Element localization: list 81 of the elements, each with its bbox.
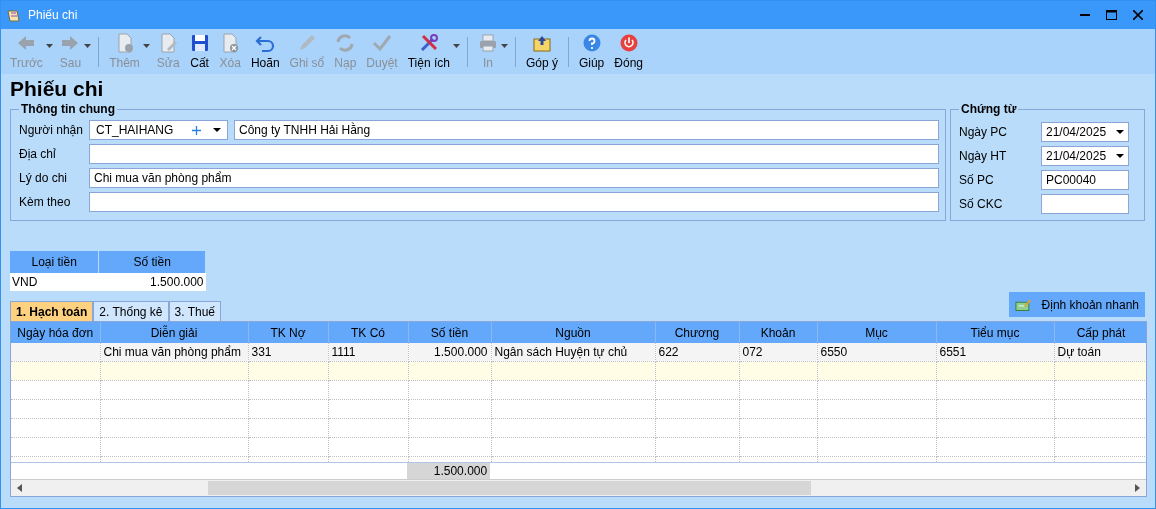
check-icon — [372, 33, 392, 53]
field-label: Kèm theo — [19, 195, 72, 209]
undo-icon — [255, 33, 276, 53]
column-header: Mục — [817, 322, 936, 343]
input-field[interactable]: Công ty TNHH Hải Hằng — [234, 120, 939, 140]
card-pencil-icon — [1015, 297, 1032, 312]
toolbar-button[interactable]: Cất — [184, 31, 215, 72]
input-field[interactable] — [1041, 194, 1129, 214]
field-label: Ngày HT — [959, 149, 1008, 163]
printer-icon — [477, 33, 498, 53]
recipient-combo[interactable]: CT_HAIHANG — [89, 120, 228, 140]
table-cell: Dự toán — [1057, 345, 1101, 359]
table-cell: Chi mua văn phòng phẩm — [103, 345, 241, 359]
table-cell: 1.500.000 — [98, 273, 206, 291]
scroll-left-icon[interactable] — [17, 484, 22, 492]
dropdown-caret-icon[interactable] — [213, 128, 221, 132]
column-header: Khoản — [739, 322, 817, 343]
tab[interactable]: 2. Thống kê — [93, 301, 169, 321]
table-cell: 6551 — [939, 345, 967, 359]
column-header: Chương — [655, 322, 739, 343]
scrollbar-thumb[interactable] — [208, 481, 811, 495]
table-cell: Ngân sách Huyện tự chủ — [494, 345, 628, 359]
field-label: Số PC — [959, 173, 995, 187]
field-label: Ngày PC — [959, 125, 1009, 139]
table-cell: 331 — [251, 345, 272, 359]
input-field[interactable]: Chi mua văn phòng phẩm — [89, 168, 939, 188]
total-amount: 1.500.000 — [433, 464, 488, 478]
column-header: Số tiền — [408, 322, 491, 343]
app-icon — [7, 8, 20, 22]
arrow-left-icon — [16, 33, 37, 53]
dropdown-caret-icon[interactable] — [452, 43, 460, 48]
date-picker[interactable]: 21/04/2025 — [1041, 122, 1129, 142]
table-cell: 6550 — [820, 345, 848, 359]
column-header: Cấp phát — [1054, 322, 1146, 343]
date-picker[interactable]: 21/04/2025 — [1041, 146, 1129, 166]
plus-icon[interactable] — [192, 125, 201, 135]
column-header: Tiểu mục — [936, 322, 1054, 343]
quick-entry-button[interactable]: Định khoản nhanh — [1009, 292, 1145, 317]
field-label: Số CKC — [959, 197, 1004, 211]
horizontal-scrollbar[interactable] — [11, 479, 1146, 496]
table-cell: VND — [10, 273, 99, 291]
help-icon — [581, 33, 602, 53]
table-cell: 072 — [742, 345, 763, 359]
maximize-icon[interactable] — [1106, 10, 1117, 20]
minimize-icon[interactable] — [1080, 13, 1090, 17]
input-field[interactable] — [89, 192, 939, 212]
toolbar-button[interactable]: Góp ý — [520, 31, 563, 72]
toolbar-button[interactable]: Đóng — [609, 31, 648, 72]
form-heading: Phiếu chi — [10, 76, 105, 102]
toolbar-button[interactable]: Hoãn — [245, 31, 285, 72]
table-cell: 1.500.000 — [434, 345, 488, 359]
input-field[interactable]: PC00040 — [1041, 170, 1129, 190]
tab[interactable]: 3. Thuế — [168, 301, 221, 321]
input-field[interactable] — [89, 144, 939, 164]
window-title: Phiếu chi — [28, 8, 78, 22]
panel-legend: Thông tin chung — [19, 102, 117, 116]
toolbar-button[interactable]: Tiện ích — [402, 31, 455, 72]
table-cell: 622 — [658, 345, 679, 359]
column-header: Ngày hóa đơn — [11, 322, 100, 343]
field-label: Địa chỉ — [19, 147, 57, 161]
close-icon[interactable] — [1133, 10, 1143, 20]
panel-legend: Chứng từ — [959, 102, 1019, 116]
toolbar-button[interactable]: Giúp — [573, 31, 610, 72]
field-label: Người nhận — [19, 123, 83, 137]
dropdown-caret-icon[interactable] — [1116, 154, 1124, 158]
column-header: Số tiền — [98, 251, 206, 273]
document-delete-icon — [220, 33, 241, 53]
refresh-icon — [335, 33, 356, 53]
document-edit-icon — [158, 33, 179, 53]
tab[interactable]: 1. Hạch toán — [10, 301, 94, 321]
scroll-right-icon[interactable] — [1135, 484, 1140, 492]
column-header: Diễn giải — [100, 322, 248, 343]
column-header: TK Nợ — [248, 322, 328, 343]
column-header: Loại tiền — [10, 251, 99, 273]
dropdown-caret-icon[interactable] — [1116, 130, 1124, 134]
field-label: Lý do chi — [19, 171, 69, 185]
column-header: Nguồn — [491, 322, 655, 343]
power-icon — [618, 33, 639, 53]
tools-icon — [418, 33, 439, 53]
column-header: TK Có — [328, 322, 408, 343]
table-cell: 1111 — [331, 345, 356, 359]
